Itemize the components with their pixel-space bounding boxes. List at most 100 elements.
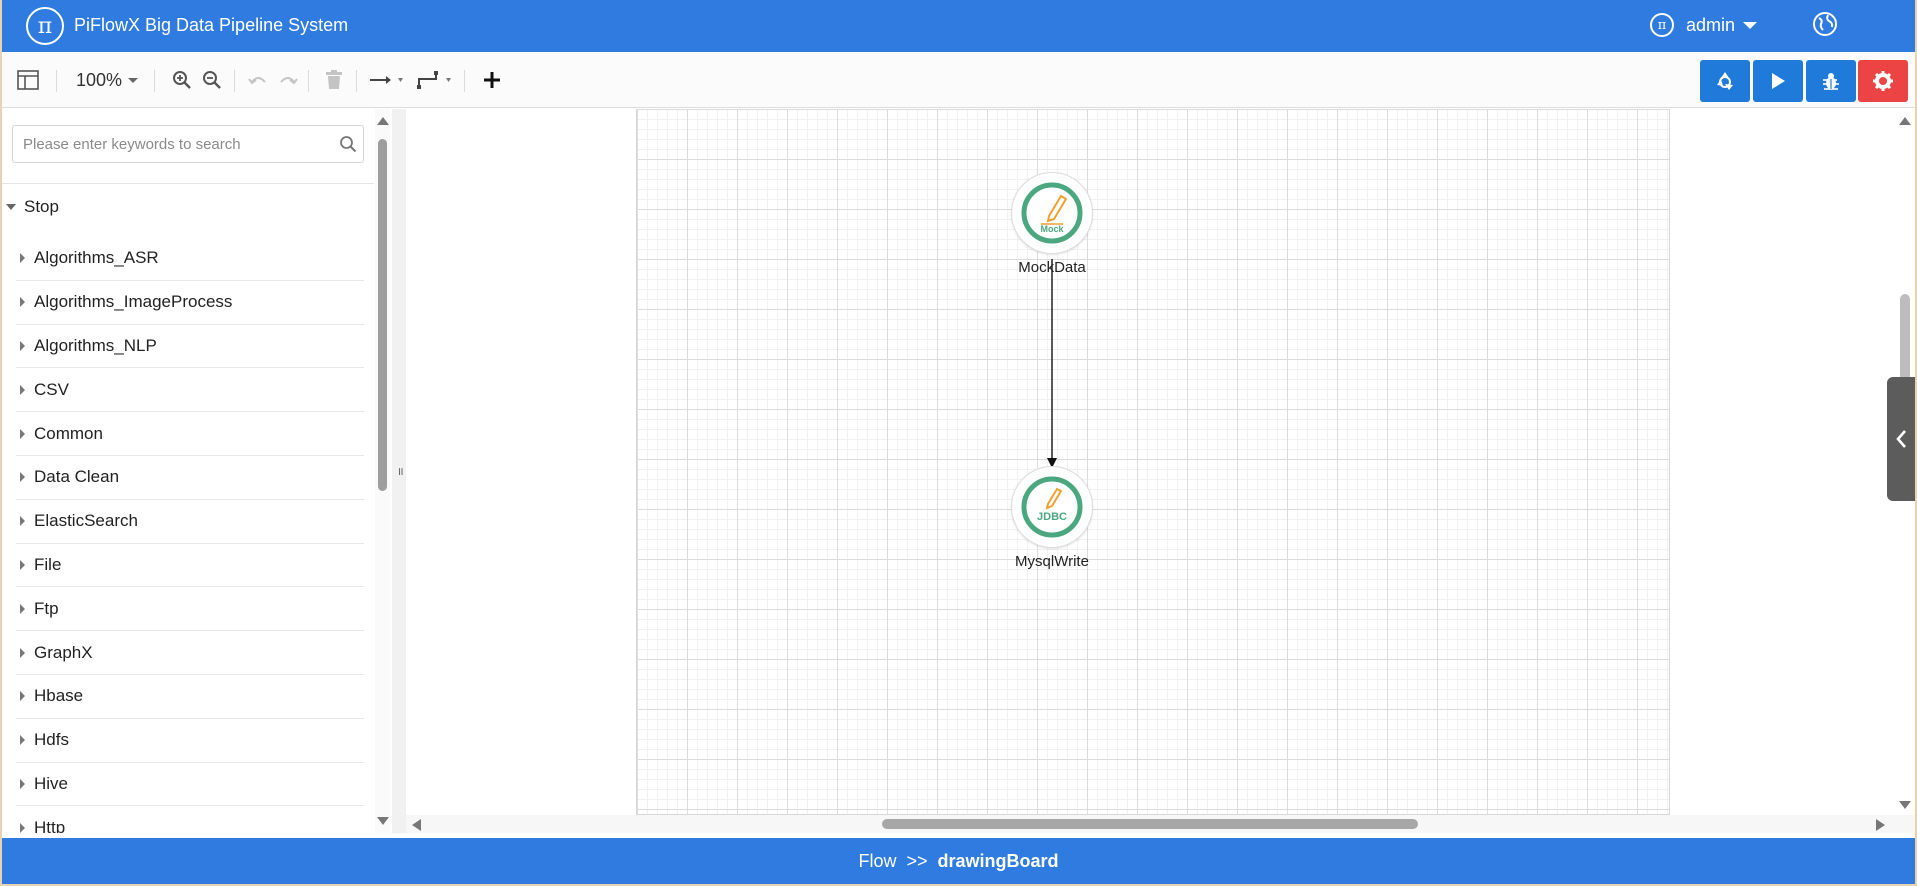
category-item[interactable]: Ftp (16, 587, 364, 632)
chevron-down-icon (128, 77, 139, 83)
flow-node-mockdata[interactable]: Mock MockData (992, 173, 1112, 276)
caret-right-icon (20, 822, 25, 833)
category-label: GraphX (34, 642, 93, 662)
category-item[interactable]: Hbase (16, 675, 364, 719)
language-globe-icon[interactable] (1812, 11, 1838, 37)
breadcrumb-current: drawingBoard (937, 850, 1059, 871)
category-list: Algorithms_ASR Algorithms_ImageProcess A… (16, 237, 364, 833)
caret-right-icon (20, 516, 25, 527)
scrollbar-thumb[interactable] (378, 139, 387, 491)
recycle-button[interactable] (1700, 60, 1750, 102)
top-header: π PiFlowX Big Data Pipeline System π adm… (2, 0, 1915, 52)
splitter-grip-icon[interactable]: ॥ (397, 464, 404, 479)
caret-right-icon (20, 691, 25, 702)
format-panel-toggle-icon[interactable] (14, 66, 42, 94)
caret-right-icon (20, 253, 25, 264)
settings-button[interactable] (1858, 60, 1908, 102)
drawing-canvas[interactable]: Mock MockData JDBC MysqlWrite (406, 109, 1915, 833)
redo-icon[interactable] (276, 66, 300, 94)
category-item[interactable]: GraphX (16, 631, 364, 675)
node-icon: JDBC (1012, 467, 1092, 547)
waypoint-style-dropdown[interactable] (416, 66, 460, 94)
flow-node-mysqlwrite[interactable]: JDBC MysqlWrite (992, 467, 1112, 570)
toolbar-divider (356, 70, 357, 92)
toolbar-divider (154, 70, 155, 92)
breadcrumb: Flow >> drawingBoard (2, 838, 1915, 884)
category-item[interactable]: Hdfs (16, 719, 364, 763)
settings-icon (1873, 71, 1893, 91)
category-label: File (34, 554, 62, 574)
editor-toolbar: 100% (2, 52, 1915, 108)
caret-right-icon (20, 340, 25, 351)
node-label: MockData (1018, 259, 1086, 276)
recycle-icon (1717, 72, 1733, 90)
app-title: PiFlowX Big Data Pipeline System (74, 15, 349, 35)
play-icon (1772, 73, 1785, 89)
connector-style-dropdown[interactable] (368, 66, 412, 94)
search-input[interactable] (21, 134, 321, 154)
caret-right-icon (20, 559, 25, 570)
search-box (12, 125, 364, 163)
chevron-left-icon (1896, 430, 1906, 448)
category-item[interactable]: ElasticSearch (16, 500, 364, 544)
category-item[interactable]: CSV (16, 368, 364, 413)
scroll-down-arrow-icon[interactable] (377, 817, 389, 825)
scroll-up-arrow-icon[interactable] (377, 117, 389, 125)
category-label: Hbase (34, 686, 84, 706)
right-panel-toggle[interactable] (1887, 377, 1915, 501)
debug-icon (1823, 73, 1839, 90)
sidebar-scrollbar[interactable] (375, 109, 390, 833)
category-label: Http (34, 817, 66, 833)
run-button[interactable] (1753, 60, 1803, 102)
category-label: Ftp (34, 598, 59, 618)
category-item[interactable]: Common (16, 412, 364, 456)
undo-icon[interactable] (246, 66, 270, 94)
zoom-in-icon[interactable] (170, 66, 194, 94)
caret-right-icon (20, 603, 25, 614)
scroll-up-arrow-icon[interactable] (1899, 117, 1911, 125)
category-item[interactable]: Http (16, 806, 364, 833)
zoom-value: 100% (76, 69, 123, 90)
add-plus-icon[interactable] (478, 66, 506, 94)
category-label: Hdfs (34, 730, 69, 750)
caret-right-icon (20, 297, 25, 308)
flow-edge[interactable] (406, 109, 1915, 815)
search-icon[interactable] (339, 135, 357, 153)
caret-right-icon (20, 472, 25, 483)
zoom-out-icon[interactable] (200, 66, 224, 94)
category-label: Algorithms_NLP (34, 335, 157, 355)
delete-trash-icon[interactable] (322, 66, 346, 94)
scroll-down-arrow-icon[interactable] (1899, 801, 1911, 809)
caret-right-icon (20, 735, 25, 746)
app-logo-icon[interactable]: π (26, 7, 64, 45)
breadcrumb-root[interactable]: Flow (858, 851, 896, 872)
category-label: Hive (34, 773, 69, 793)
user-avatar-icon: π (1650, 13, 1674, 37)
caret-down-icon (6, 204, 16, 210)
chevron-down-icon (1743, 21, 1758, 29)
node-badge: JDBC (1037, 511, 1067, 523)
scroll-left-arrow-icon[interactable] (412, 819, 422, 831)
user-menu[interactable]: π admin (1650, 10, 1758, 40)
toolbar-divider (308, 70, 309, 92)
category-item[interactable]: Algorithms_ASR (16, 237, 364, 281)
breadcrumb-separator: >> (906, 850, 928, 871)
caret-right-icon (20, 647, 25, 658)
category-item[interactable]: Data Clean (16, 456, 364, 500)
category-item[interactable]: Hive (16, 763, 364, 807)
node-badge: Mock (1040, 224, 1064, 234)
category-item[interactable]: Algorithms_NLP (16, 325, 364, 369)
caret-right-icon (20, 384, 25, 395)
canvas-horizontal-scrollbar[interactable] (406, 815, 1915, 833)
category-item[interactable]: Algorithms_ImageProcess (16, 281, 364, 325)
category-item[interactable]: File (16, 544, 364, 588)
debug-button[interactable] (1806, 60, 1856, 102)
caret-right-icon (20, 778, 25, 789)
scrollbar-thumb[interactable] (882, 819, 1418, 829)
user-name: admin (1686, 14, 1736, 35)
scroll-right-arrow-icon[interactable] (1875, 819, 1885, 831)
component-sidebar: Stop Algorithms_ASR Algorithms_ImageProc… (2, 109, 390, 833)
panel-splitter[interactable]: ॥ (392, 109, 406, 833)
zoom-dropdown[interactable]: 100% (76, 66, 139, 94)
group-header-stop[interactable]: Stop (6, 195, 59, 219)
